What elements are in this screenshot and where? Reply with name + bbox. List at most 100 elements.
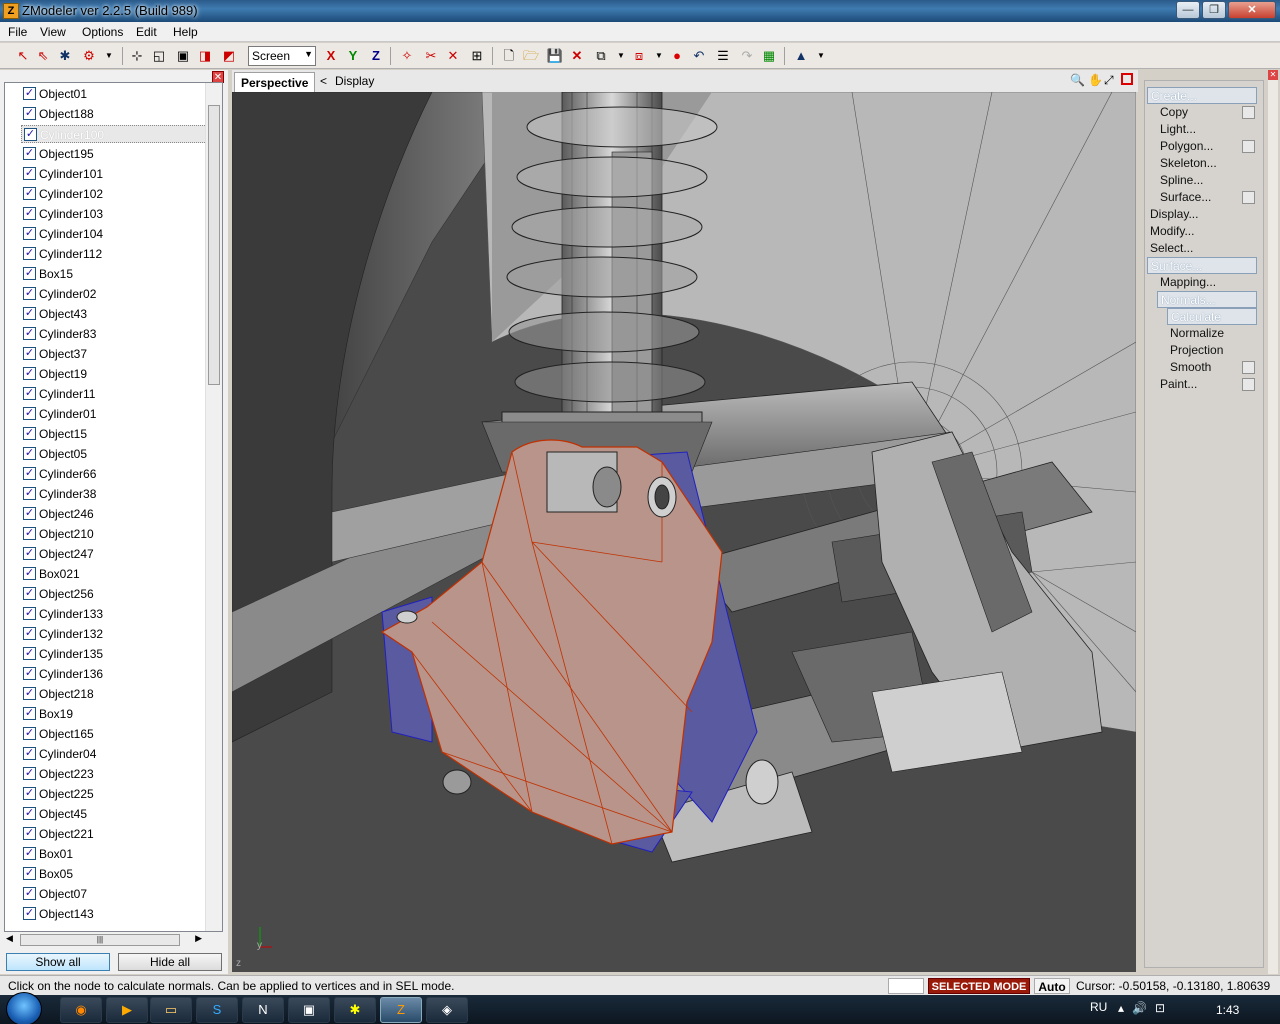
visibility-checkbox[interactable]: ✓ — [23, 707, 36, 720]
visibility-checkbox[interactable]: ✓ — [23, 767, 36, 780]
grid-icon[interactable]: ⊞ — [468, 47, 486, 65]
pan-hand-icon[interactable]: ✋ — [1088, 73, 1103, 87]
viewport-frame-icon[interactable] — [1121, 73, 1133, 85]
visibility-checkbox[interactable]: ✓ — [23, 287, 36, 300]
visibility-checkbox[interactable]: ✓ — [24, 128, 37, 141]
command-item[interactable]: Projection — [1167, 342, 1257, 359]
visibility-checkbox[interactable]: ✓ — [23, 507, 36, 520]
visibility-checkbox[interactable]: ✓ — [23, 147, 36, 160]
select-move-icon[interactable]: ⇖ — [34, 47, 52, 65]
visibility-checkbox[interactable]: ✓ — [23, 827, 36, 840]
axis-y-button[interactable]: Y — [344, 47, 362, 65]
axis-x-button[interactable]: X — [322, 47, 340, 65]
menu-edit[interactable]: Edit — [136, 25, 157, 39]
visibility-checkbox[interactable]: ✓ — [23, 907, 36, 920]
render-icon[interactable]: ▲ — [792, 47, 810, 65]
open-file-icon[interactable]: 🗁 — [522, 47, 540, 65]
record-icon[interactable]: ● — [668, 47, 686, 65]
cut-icon[interactable]: ✂ — [422, 47, 440, 65]
object-list-item[interactable]: ✓ Cylinder136 — [21, 665, 207, 683]
object-list-item[interactable]: ✓ Cylinder83 — [21, 325, 207, 343]
visibility-checkbox[interactable]: ✓ — [23, 527, 36, 540]
axis-z-button[interactable]: Z — [367, 47, 385, 65]
command-item[interactable]: Normalize — [1167, 325, 1257, 342]
object-list-item[interactable]: ✓ Cylinder102 — [21, 185, 207, 203]
tools-icon[interactable]: ⚙ — [80, 47, 98, 65]
object-list-item[interactable]: ✓ Cylinder04 — [21, 745, 207, 763]
object-list-item[interactable]: ✓ Cylinder112 — [21, 245, 207, 263]
tray-icons[interactable]: ▴🔊⊡ — [1118, 1001, 1173, 1015]
object-list-item[interactable]: ✓ Object221 — [21, 825, 207, 843]
visibility-checkbox[interactable]: ✓ — [23, 627, 36, 640]
n-app-icon[interactable]: N — [242, 997, 284, 1023]
close-button[interactable]: ✕ — [1228, 1, 1276, 19]
object-list-item[interactable]: ✓ Cylinder66 — [21, 465, 207, 483]
horizontal-scrollbar[interactable]: ◀ ||| ▶ — [4, 932, 204, 948]
zoom-icon[interactable]: 🔍 — [1070, 73, 1085, 87]
viewport-tab-perspective[interactable]: Perspective — [234, 72, 316, 92]
save-icon[interactable]: 💾 — [546, 47, 564, 65]
restore-button[interactable]: ❐ — [1202, 1, 1226, 19]
edge-mode-icon[interactable]: ◱ — [150, 47, 168, 65]
object-list-item[interactable]: ✓ Cylinder11 — [21, 385, 207, 403]
object-list-item[interactable]: ✓ Cylinder101 — [21, 165, 207, 183]
visibility-checkbox[interactable]: ✓ — [23, 167, 36, 180]
object-list-item[interactable]: ✓ Object225 — [21, 785, 207, 803]
scroll-thumb[interactable] — [208, 105, 220, 385]
object-list-item[interactable]: ✓ Object247 — [21, 545, 207, 563]
undo-icon[interactable]: ↶ — [690, 47, 708, 65]
visibility-checkbox[interactable]: ✓ — [23, 867, 36, 880]
start-button[interactable] — [6, 992, 42, 1024]
object-list-item[interactable]: ✓ Object19 — [21, 365, 207, 383]
visibility-checkbox[interactable]: ✓ — [23, 727, 36, 740]
visibility-checkbox[interactable]: ✓ — [23, 687, 36, 700]
face-mode-icon[interactable]: ▣ — [174, 47, 192, 65]
visibility-checkbox[interactable]: ✓ — [23, 367, 36, 380]
object-list-item[interactable]: ✓ Object07 — [21, 885, 207, 903]
visibility-checkbox[interactable]: ✓ — [23, 747, 36, 760]
coordinate-system-select[interactable]: Screen ▼ — [248, 46, 316, 66]
object-list-item[interactable]: ✓ Object246 — [21, 505, 207, 523]
skype-icon[interactable]: S — [196, 997, 238, 1023]
command-item[interactable]: Create... — [1147, 87, 1257, 104]
dropdown-arrow-icon[interactable]: ▼ — [812, 47, 830, 65]
show-all-button[interactable]: Show all — [6, 953, 110, 971]
object-list-item[interactable]: ✓ Box19 — [21, 705, 207, 723]
object-list-item[interactable]: ✓ Object45 — [21, 805, 207, 823]
object-list-item[interactable]: ✓ Object256 — [21, 585, 207, 603]
visibility-checkbox[interactable]: ✓ — [23, 887, 36, 900]
command-panel-scrollbar[interactable]: ✕ — [1268, 70, 1278, 974]
menu-options[interactable]: Options — [82, 25, 123, 39]
object-list-item[interactable]: ✓ Object05 — [21, 445, 207, 463]
zmodeler-icon[interactable]: Z — [380, 997, 422, 1023]
object-list-item[interactable]: ✓ Object218 — [21, 685, 207, 703]
dropdown-arrow-icon[interactable]: ▼ — [650, 47, 668, 65]
object-list-item[interactable]: ✓ Cylinder132 — [21, 625, 207, 643]
visibility-checkbox[interactable]: ✓ — [23, 587, 36, 600]
object-list-item[interactable]: ✓ Object01 — [21, 85, 207, 103]
visibility-checkbox[interactable]: ✓ — [23, 347, 36, 360]
app-icon[interactable]: ▣ — [288, 997, 330, 1023]
language-indicator[interactable]: RU — [1090, 1000, 1107, 1014]
model-mode-icon[interactable]: ◩ — [220, 47, 238, 65]
vertex-mode-icon[interactable]: ⊹ — [128, 47, 146, 65]
vertical-scrollbar[interactable] — [205, 83, 222, 931]
visibility-checkbox[interactable]: ✓ — [23, 247, 36, 260]
dropdown-arrow-icon[interactable]: ▼ — [612, 47, 630, 65]
object-list-item[interactable]: ✓ Object43 — [21, 305, 207, 323]
object-list-item[interactable]: ✓ Object223 — [21, 765, 207, 783]
visibility-checkbox[interactable]: ✓ — [23, 487, 36, 500]
object-list-item[interactable]: ✓ Object210 — [21, 525, 207, 543]
object-list-item[interactable]: ✓ Object37 — [21, 345, 207, 363]
command-options-box[interactable] — [1242, 191, 1255, 204]
viewport-back-arrow[interactable]: < — [320, 74, 327, 88]
panel-close-icon[interactable]: ✕ — [1268, 70, 1278, 80]
snap-icon[interactable]: ✧ — [398, 47, 416, 65]
app2-icon[interactable]: ✱ — [334, 997, 376, 1023]
command-options-box[interactable] — [1242, 378, 1255, 391]
game-icon[interactable]: ◈ — [426, 997, 468, 1023]
visibility-checkbox[interactable]: ✓ — [23, 467, 36, 480]
selected-mode-badge[interactable]: SELECTED MODE — [928, 978, 1030, 994]
redo-icon[interactable]: ↷ — [738, 47, 756, 65]
command-item[interactable]: Normals... — [1157, 291, 1257, 308]
